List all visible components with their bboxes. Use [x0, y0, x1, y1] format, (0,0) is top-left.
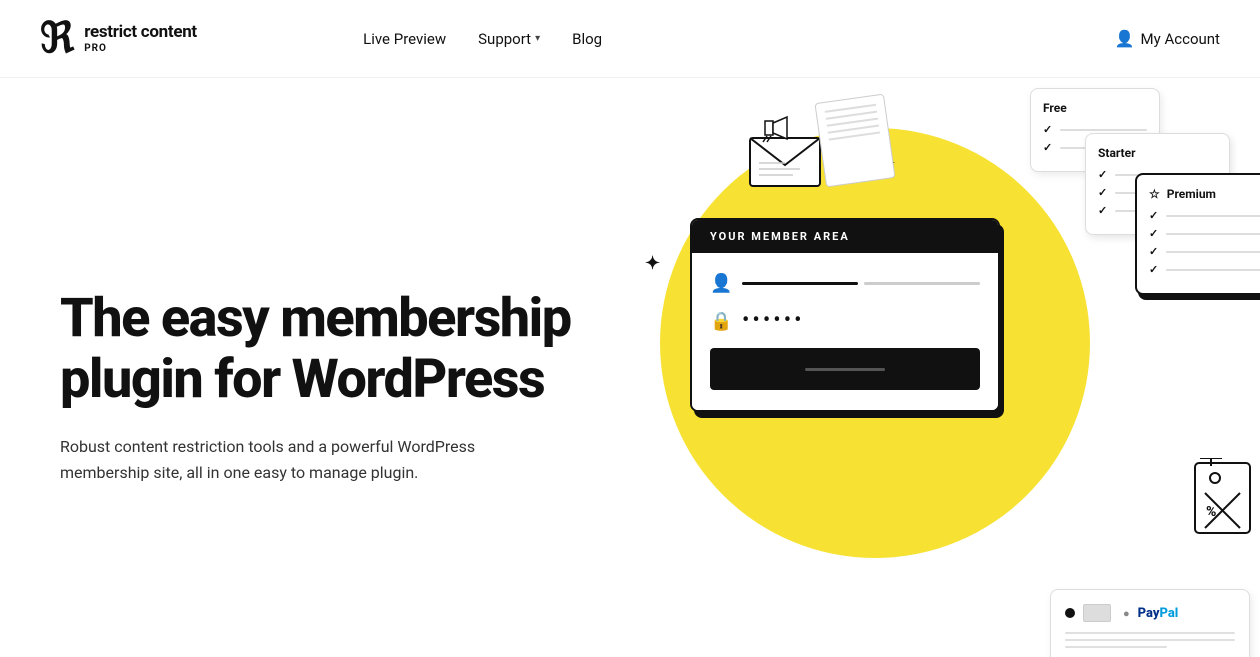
logo-letter: ℜ [40, 18, 74, 60]
hero-left: The easy membership plugin for WordPress… [60, 289, 580, 485]
check-icon: ✓ [1098, 168, 1107, 181]
paypal-logo: PayPal [1138, 606, 1179, 621]
wave-svg [640, 648, 860, 657]
nav-link-blog[interactable]: Blog [572, 30, 602, 48]
hero-subtitle: Robust content restriction tools and a p… [60, 434, 480, 485]
logo-main-text: restrict content [84, 23, 197, 43]
username-line-end [864, 282, 980, 285]
paypal-icons-row: ● PayPal [1065, 604, 1235, 622]
user-field-icon: 👤 [710, 273, 730, 294]
check-icon: ✓ [1149, 245, 1158, 258]
check-icon: ✓ [1149, 227, 1158, 240]
premium-feature-4-line [1166, 269, 1260, 271]
lock-field-icon: 🔒 [710, 311, 730, 332]
login-button[interactable] [710, 348, 980, 390]
nav-support-label: Support [478, 30, 531, 48]
check-icon: ✓ [1098, 186, 1107, 199]
premium-feature-3-line [1166, 251, 1260, 253]
nav-links: Live Preview Support ▾ Blog [363, 30, 602, 48]
pricing-card-premium: ☆ Premium ✓ ✓ ✓ ✓ [1135, 173, 1260, 295]
nav-link-live-preview[interactable]: Live Preview [363, 30, 446, 48]
hero-title: The easy membership plugin for WordPress [60, 289, 580, 410]
premium-label: ☆ Premium [1149, 187, 1260, 201]
member-area-card: YOUR MEMBER AREA 👤 🔒 •••••• [690, 218, 1000, 412]
check-icon: ✓ [1149, 263, 1158, 276]
logo-pro-badge: PRO [84, 43, 197, 55]
password-field: 🔒 •••••• [710, 310, 980, 332]
btn-line [805, 368, 885, 371]
check-icon: ✓ [1043, 141, 1052, 154]
member-area-header: YOUR MEMBER AREA [692, 220, 998, 253]
username-field: 👤 [710, 273, 980, 294]
payment-dot-icon [1065, 608, 1075, 618]
hero-illustration: ✦ ✦ ✦ ✦ [580, 78, 1260, 657]
user-icon: 👤 [1115, 29, 1135, 48]
starter-label: Starter [1098, 146, 1217, 160]
account-label: My Account [1141, 30, 1220, 48]
svg-text:%: % [1206, 504, 1216, 520]
discount-tag: % [1190, 458, 1260, 543]
paypal-line-3 [1065, 646, 1167, 648]
check-icon: ✓ [1043, 123, 1052, 136]
free-feature-1-line [1060, 129, 1147, 131]
chevron-down-icon: ▾ [535, 33, 540, 44]
paypal-line-2 [1065, 639, 1235, 641]
nav-link-support[interactable]: Support ▾ [478, 30, 540, 48]
payment-separator: ● [1123, 607, 1130, 620]
star-icon-1: ✦ [645, 253, 660, 274]
check-icon: ✓ [1098, 204, 1107, 217]
star-badge-icon: ☆ [1149, 187, 1160, 201]
paypal-card: ● PayPal [1050, 589, 1250, 657]
check-icon: ✓ [1149, 209, 1158, 222]
credit-card-icon [1083, 604, 1111, 622]
premium-feature-1-line [1166, 215, 1260, 217]
premium-feature-2-line [1166, 233, 1260, 235]
free-label: Free [1043, 101, 1147, 115]
member-card-body: 👤 🔒 •••••• [692, 253, 998, 410]
account-menu[interactable]: 👤 My Account [1115, 29, 1220, 48]
logo[interactable]: ℜ restrict content PRO [40, 18, 197, 60]
discount-tag-svg: % [1190, 458, 1260, 543]
paypal-line-1 [1065, 632, 1235, 634]
note-card [814, 94, 895, 188]
username-line [742, 282, 858, 285]
navigation: ℜ restrict content PRO Live Preview Supp… [0, 0, 1260, 78]
hero-section: The easy membership plugin for WordPress… [0, 78, 1260, 657]
password-dots: •••••• [742, 310, 805, 332]
